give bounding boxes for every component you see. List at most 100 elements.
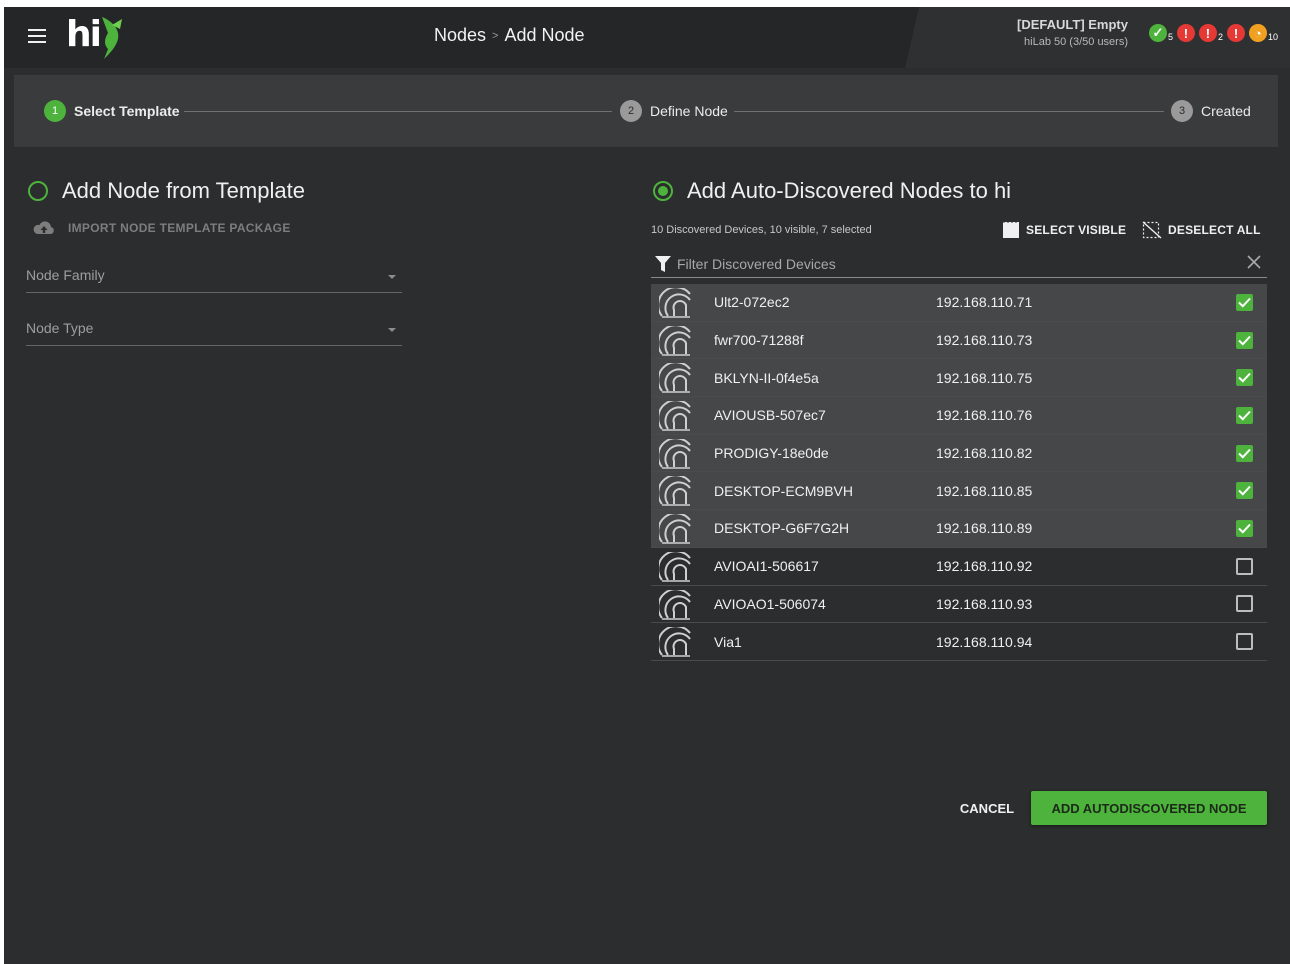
device-ip: 192.168.110.85 bbox=[936, 482, 1033, 499]
status-warning-count: 10 bbox=[1267, 32, 1278, 42]
device-checkbox[interactable] bbox=[1236, 444, 1253, 462]
device-ip: 192.168.110.71 bbox=[936, 294, 1033, 311]
add-autodiscovered-node-button[interactable]: ADD AUTODISCOVERED NODE bbox=[1031, 791, 1267, 825]
device-icon bbox=[657, 286, 693, 323]
select-visible-button[interactable]: SELECT VISIBLE bbox=[1002, 221, 1126, 239]
table-row[interactable]: AVIOUSB-507ec7 192.168.110.76 bbox=[651, 397, 1267, 435]
status-ok[interactable]: ✓ 5 bbox=[1148, 24, 1173, 42]
step-label: Created bbox=[1201, 103, 1251, 119]
device-name: AVIOAI1-506617 bbox=[714, 558, 819, 575]
table-row[interactable]: DESKTOP-ECM9BVH 192.168.110.85 bbox=[651, 472, 1267, 511]
device-name: BKLYN-II-0f4e5a bbox=[714, 369, 819, 386]
device-name: DESKTOP-G6F7G2H bbox=[714, 520, 850, 537]
device-name: PRODIGY-18e0de bbox=[714, 445, 829, 462]
step-select-template[interactable]: 1 Select Template bbox=[44, 100, 180, 122]
filter-input[interactable] bbox=[677, 254, 1237, 274]
cloud-upload-icon bbox=[33, 221, 54, 234]
device-icon bbox=[657, 625, 693, 662]
device-name: Via1 bbox=[714, 633, 742, 650]
device-icon bbox=[657, 323, 693, 361]
device-icon bbox=[657, 399, 693, 436]
device-icon bbox=[657, 550, 693, 587]
device-icon bbox=[657, 587, 693, 625]
device-icon bbox=[657, 512, 693, 549]
table-row[interactable]: BKLYN-II-0f4e5a 192.168.110.75 bbox=[651, 359, 1267, 398]
deselect-icon bbox=[1142, 221, 1162, 239]
device-checkbox[interactable] bbox=[1236, 633, 1253, 651]
status-error-2[interactable]: ! 2 bbox=[1198, 24, 1223, 42]
device-ip: 192.168.110.93 bbox=[936, 595, 1033, 612]
menu-icon[interactable] bbox=[28, 29, 46, 43]
table-row[interactable]: DESKTOP-G6F7G2H 192.168.110.89 bbox=[651, 510, 1267, 548]
device-list: Ult2-072ec2 192.168.110.71 fwr700-71288f 19… bbox=[651, 284, 1267, 661]
error-icon: ! bbox=[1176, 24, 1195, 42]
device-checkbox[interactable] bbox=[1236, 331, 1253, 349]
select-visible-label: SELECT VISIBLE bbox=[1026, 223, 1127, 237]
device-checkbox[interactable] bbox=[1236, 519, 1253, 537]
status-indicators: ✓ 5 ! ! 2 ! ◔ 10 bbox=[1148, 24, 1278, 42]
table-row[interactable]: Via1 192.168.110.94 bbox=[651, 623, 1267, 661]
step-label: Select Template bbox=[74, 103, 180, 119]
import-template-label: IMPORT NODE TEMPLATE PACKAGE bbox=[68, 221, 291, 235]
table-row[interactable]: fwr700-71288f 192.168.110.73 bbox=[651, 321, 1267, 361]
import-template-button[interactable]: IMPORT NODE TEMPLATE PACKAGE bbox=[32, 220, 291, 236]
device-checkbox[interactable] bbox=[1236, 369, 1253, 387]
node-type-select[interactable]: Node Type bbox=[26, 312, 402, 346]
option-template[interactable]: Add Node from Template bbox=[28, 178, 305, 204]
deselect-all-label: DESELECT ALL bbox=[1168, 223, 1261, 237]
status-error-1[interactable]: ! bbox=[1176, 24, 1195, 42]
select-all-icon bbox=[1003, 221, 1019, 238]
device-ip: 192.168.110.89 bbox=[936, 520, 1033, 537]
device-name: Ult2-072ec2 bbox=[714, 294, 790, 311]
error-icon: ! bbox=[1226, 24, 1245, 42]
device-checkbox[interactable] bbox=[1236, 406, 1253, 424]
table-row[interactable]: AVIOAI1-506617 192.168.110.92 bbox=[651, 548, 1267, 586]
app-window: hi Nodes > Add Node [DEFAULT] Empty hiLa… bbox=[4, 7, 1290, 964]
logo[interactable]: hi bbox=[66, 15, 102, 55]
device-name: AVIOAO1-506074 bbox=[714, 595, 826, 612]
warning-icon: ◔ bbox=[1248, 24, 1267, 42]
device-icon bbox=[657, 361, 693, 398]
breadcrumb-add-node: Add Node bbox=[504, 25, 585, 45]
node-family-label: Node Family bbox=[26, 267, 105, 283]
table-row[interactable]: PRODIGY-18e0de 192.168.110.82 bbox=[651, 434, 1267, 473]
autodiscovered-radio[interactable] bbox=[653, 181, 673, 201]
node-type-label: Node Type bbox=[26, 320, 94, 336]
chevron-down-icon bbox=[388, 275, 396, 279]
top-bar: hi Nodes > Add Node [DEFAULT] Empty hiLa… bbox=[4, 7, 1290, 68]
device-name: AVIOUSB-507ec7 bbox=[714, 407, 826, 424]
table-row[interactable]: Ult2-072ec2 192.168.110.71 bbox=[651, 284, 1267, 322]
status-error-3[interactable]: ! bbox=[1226, 24, 1245, 42]
device-checkbox[interactable] bbox=[1236, 293, 1253, 311]
device-ip: 192.168.110.82 bbox=[936, 445, 1033, 462]
step-connector bbox=[734, 111, 1164, 112]
device-ip: 192.168.110.92 bbox=[936, 558, 1033, 575]
template-title: Add Node from Template bbox=[62, 178, 305, 203]
device-checkbox[interactable] bbox=[1236, 557, 1253, 575]
option-autodiscovered[interactable]: Add Auto-Discovered Nodes to hi bbox=[653, 178, 1011, 204]
logo-fish-icon bbox=[102, 17, 122, 59]
device-checkbox[interactable] bbox=[1236, 595, 1253, 613]
step-label: Define Node bbox=[650, 103, 728, 119]
step-number: 1 bbox=[44, 100, 66, 122]
system-info[interactable]: [DEFAULT] Empty hiLab 50 (3/50 users) bbox=[1017, 17, 1128, 48]
cancel-button[interactable]: CANCEL bbox=[952, 793, 1022, 823]
status-warning[interactable]: ◔ 10 bbox=[1248, 24, 1278, 42]
deselect-all-button[interactable]: DESELECT ALL bbox=[1142, 221, 1261, 239]
filter-bar bbox=[651, 251, 1267, 278]
close-icon[interactable] bbox=[1247, 255, 1261, 269]
step-define-node: 2 Define Node bbox=[620, 100, 728, 122]
device-ip: 192.168.110.75 bbox=[936, 369, 1033, 386]
system-title: [DEFAULT] Empty bbox=[1017, 17, 1128, 32]
device-name: fwr700-71288f bbox=[714, 332, 804, 349]
error-icon: ! bbox=[1198, 24, 1217, 42]
template-radio[interactable] bbox=[28, 181, 48, 201]
device-checkbox[interactable] bbox=[1236, 482, 1253, 500]
device-ip: 192.168.110.73 bbox=[936, 332, 1033, 349]
ok-check-icon: ✓ bbox=[1148, 24, 1167, 42]
device-ip: 192.168.110.76 bbox=[936, 407, 1033, 424]
node-family-select[interactable]: Node Family bbox=[26, 259, 402, 293]
table-row[interactable]: AVIOAO1-506074 192.168.110.93 bbox=[651, 586, 1267, 624]
breadcrumb-nodes[interactable]: Nodes bbox=[434, 25, 486, 46]
discovered-summary: 10 Discovered Devices, 10 visible, 7 sel… bbox=[651, 224, 872, 236]
